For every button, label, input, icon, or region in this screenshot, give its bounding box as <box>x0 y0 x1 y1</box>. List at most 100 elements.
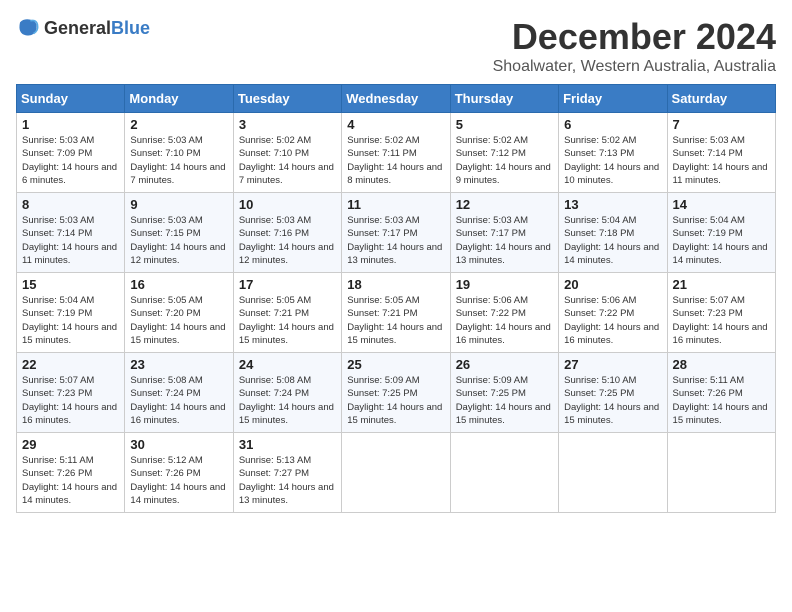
day-number: 15 <box>22 277 119 292</box>
day-number: 8 <box>22 197 119 212</box>
calendar-cell: 27 Sunrise: 5:10 AMSunset: 7:25 PMDaylig… <box>559 353 667 433</box>
day-info: Sunrise: 5:03 AMSunset: 7:15 PMDaylight:… <box>130 214 227 267</box>
day-number: 7 <box>673 117 770 132</box>
logo-blue: Blue <box>111 18 150 38</box>
calendar-cell: 21 Sunrise: 5:07 AMSunset: 7:23 PMDaylig… <box>667 273 775 353</box>
calendar-cell: 20 Sunrise: 5:06 AMSunset: 7:22 PMDaylig… <box>559 273 667 353</box>
day-number: 10 <box>239 197 336 212</box>
calendar-cell <box>667 433 775 513</box>
day-number: 5 <box>456 117 553 132</box>
day-info: Sunrise: 5:05 AMSunset: 7:20 PMDaylight:… <box>130 294 227 347</box>
header-sunday: Sunday <box>17 85 125 113</box>
calendar-week-2: 8 Sunrise: 5:03 AMSunset: 7:14 PMDayligh… <box>17 193 776 273</box>
month-title: December 2024 <box>493 16 776 58</box>
calendar-cell <box>450 433 558 513</box>
day-number: 29 <box>22 437 119 452</box>
calendar-cell: 15 Sunrise: 5:04 AMSunset: 7:19 PMDaylig… <box>17 273 125 353</box>
calendar-week-4: 22 Sunrise: 5:07 AMSunset: 7:23 PMDaylig… <box>17 353 776 433</box>
header-friday: Friday <box>559 85 667 113</box>
day-info: Sunrise: 5:03 AMSunset: 7:17 PMDaylight:… <box>456 214 553 267</box>
calendar-week-1: 1 Sunrise: 5:03 AMSunset: 7:09 PMDayligh… <box>17 113 776 193</box>
day-info: Sunrise: 5:04 AMSunset: 7:19 PMDaylight:… <box>22 294 119 347</box>
day-info: Sunrise: 5:06 AMSunset: 7:22 PMDaylight:… <box>456 294 553 347</box>
logo-general: General <box>44 18 111 38</box>
day-number: 21 <box>673 277 770 292</box>
calendar-header-row: SundayMondayTuesdayWednesdayThursdayFrid… <box>17 85 776 113</box>
day-number: 4 <box>347 117 444 132</box>
calendar-cell: 24 Sunrise: 5:08 AMSunset: 7:24 PMDaylig… <box>233 353 341 433</box>
day-info: Sunrise: 5:11 AMSunset: 7:26 PMDaylight:… <box>673 374 770 427</box>
day-info: Sunrise: 5:10 AMSunset: 7:25 PMDaylight:… <box>564 374 661 427</box>
day-number: 18 <box>347 277 444 292</box>
day-info: Sunrise: 5:12 AMSunset: 7:26 PMDaylight:… <box>130 454 227 507</box>
day-info: Sunrise: 5:08 AMSunset: 7:24 PMDaylight:… <box>239 374 336 427</box>
calendar-cell: 6 Sunrise: 5:02 AMSunset: 7:13 PMDayligh… <box>559 113 667 193</box>
logo-icon <box>16 16 40 40</box>
calendar-cell: 2 Sunrise: 5:03 AMSunset: 7:10 PMDayligh… <box>125 113 233 193</box>
day-info: Sunrise: 5:05 AMSunset: 7:21 PMDaylight:… <box>347 294 444 347</box>
day-number: 20 <box>564 277 661 292</box>
calendar-cell: 19 Sunrise: 5:06 AMSunset: 7:22 PMDaylig… <box>450 273 558 353</box>
title-block: December 2024 Shoalwater, Western Austra… <box>493 16 776 76</box>
day-number: 28 <box>673 357 770 372</box>
day-number: 6 <box>564 117 661 132</box>
day-number: 17 <box>239 277 336 292</box>
header-wednesday: Wednesday <box>342 85 450 113</box>
page-header: GeneralBlue December 2024 Shoalwater, We… <box>16 16 776 76</box>
day-number: 3 <box>239 117 336 132</box>
calendar-cell: 16 Sunrise: 5:05 AMSunset: 7:20 PMDaylig… <box>125 273 233 353</box>
day-number: 26 <box>456 357 553 372</box>
calendar-cell: 30 Sunrise: 5:12 AMSunset: 7:26 PMDaylig… <box>125 433 233 513</box>
day-info: Sunrise: 5:02 AMSunset: 7:12 PMDaylight:… <box>456 134 553 187</box>
day-info: Sunrise: 5:03 AMSunset: 7:09 PMDaylight:… <box>22 134 119 187</box>
day-info: Sunrise: 5:03 AMSunset: 7:10 PMDaylight:… <box>130 134 227 187</box>
calendar-cell: 22 Sunrise: 5:07 AMSunset: 7:23 PMDaylig… <box>17 353 125 433</box>
calendar-cell: 18 Sunrise: 5:05 AMSunset: 7:21 PMDaylig… <box>342 273 450 353</box>
calendar-week-5: 29 Sunrise: 5:11 AMSunset: 7:26 PMDaylig… <box>17 433 776 513</box>
day-info: Sunrise: 5:09 AMSunset: 7:25 PMDaylight:… <box>456 374 553 427</box>
day-info: Sunrise: 5:11 AMSunset: 7:26 PMDaylight:… <box>22 454 119 507</box>
day-info: Sunrise: 5:02 AMSunset: 7:11 PMDaylight:… <box>347 134 444 187</box>
day-number: 31 <box>239 437 336 452</box>
calendar-week-3: 15 Sunrise: 5:04 AMSunset: 7:19 PMDaylig… <box>17 273 776 353</box>
day-info: Sunrise: 5:08 AMSunset: 7:24 PMDaylight:… <box>130 374 227 427</box>
calendar-cell <box>342 433 450 513</box>
day-number: 24 <box>239 357 336 372</box>
calendar-cell: 10 Sunrise: 5:03 AMSunset: 7:16 PMDaylig… <box>233 193 341 273</box>
day-info: Sunrise: 5:04 AMSunset: 7:19 PMDaylight:… <box>673 214 770 267</box>
day-info: Sunrise: 5:09 AMSunset: 7:25 PMDaylight:… <box>347 374 444 427</box>
calendar-cell: 8 Sunrise: 5:03 AMSunset: 7:14 PMDayligh… <box>17 193 125 273</box>
day-info: Sunrise: 5:02 AMSunset: 7:13 PMDaylight:… <box>564 134 661 187</box>
day-number: 11 <box>347 197 444 212</box>
calendar-cell: 4 Sunrise: 5:02 AMSunset: 7:11 PMDayligh… <box>342 113 450 193</box>
day-number: 30 <box>130 437 227 452</box>
calendar-cell: 26 Sunrise: 5:09 AMSunset: 7:25 PMDaylig… <box>450 353 558 433</box>
header-tuesday: Tuesday <box>233 85 341 113</box>
day-info: Sunrise: 5:03 AMSunset: 7:17 PMDaylight:… <box>347 214 444 267</box>
calendar-cell: 9 Sunrise: 5:03 AMSunset: 7:15 PMDayligh… <box>125 193 233 273</box>
calendar-cell: 1 Sunrise: 5:03 AMSunset: 7:09 PMDayligh… <box>17 113 125 193</box>
day-number: 23 <box>130 357 227 372</box>
day-number: 14 <box>673 197 770 212</box>
calendar-cell: 14 Sunrise: 5:04 AMSunset: 7:19 PMDaylig… <box>667 193 775 273</box>
calendar-cell: 13 Sunrise: 5:04 AMSunset: 7:18 PMDaylig… <box>559 193 667 273</box>
day-info: Sunrise: 5:13 AMSunset: 7:27 PMDaylight:… <box>239 454 336 507</box>
day-info: Sunrise: 5:06 AMSunset: 7:22 PMDaylight:… <box>564 294 661 347</box>
calendar-table: SundayMondayTuesdayWednesdayThursdayFrid… <box>16 84 776 513</box>
day-number: 27 <box>564 357 661 372</box>
day-number: 19 <box>456 277 553 292</box>
calendar-cell: 28 Sunrise: 5:11 AMSunset: 7:26 PMDaylig… <box>667 353 775 433</box>
calendar-cell: 17 Sunrise: 5:05 AMSunset: 7:21 PMDaylig… <box>233 273 341 353</box>
logo: GeneralBlue <box>16 16 150 40</box>
header-saturday: Saturday <box>667 85 775 113</box>
day-number: 22 <box>22 357 119 372</box>
calendar-cell: 5 Sunrise: 5:02 AMSunset: 7:12 PMDayligh… <box>450 113 558 193</box>
header-monday: Monday <box>125 85 233 113</box>
calendar-cell: 7 Sunrise: 5:03 AMSunset: 7:14 PMDayligh… <box>667 113 775 193</box>
calendar-cell: 25 Sunrise: 5:09 AMSunset: 7:25 PMDaylig… <box>342 353 450 433</box>
calendar-cell: 23 Sunrise: 5:08 AMSunset: 7:24 PMDaylig… <box>125 353 233 433</box>
day-number: 9 <box>130 197 227 212</box>
header-thursday: Thursday <box>450 85 558 113</box>
day-number: 25 <box>347 357 444 372</box>
calendar-cell: 3 Sunrise: 5:02 AMSunset: 7:10 PMDayligh… <box>233 113 341 193</box>
